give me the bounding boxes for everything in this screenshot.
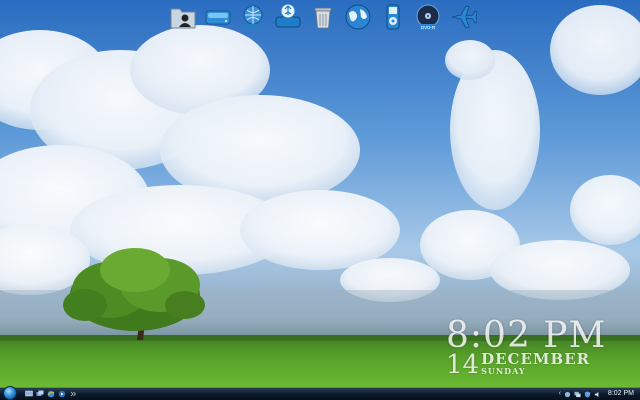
- clock-time: 8:02 PM: [446, 315, 607, 356]
- security-shield-icon[interactable]: [584, 390, 591, 398]
- network-icon[interactable]: [574, 391, 581, 398]
- tray-clock[interactable]: 8:02 PM: [608, 388, 634, 400]
- recycle-bin-icon[interactable]: [308, 3, 337, 32]
- user-folder-icon[interactable]: [168, 3, 197, 32]
- clock-day: 14: [446, 350, 480, 380]
- airplane-icon[interactable]: [448, 3, 477, 32]
- clock-month: DECEMBER: [481, 350, 591, 368]
- clock-weekday: SUNDAY: [481, 366, 526, 376]
- desktop[interactable]: DVD-R 8:02 PM 14 DECEMBER SUNDAY ‹ 8:02 …: [0, 0, 640, 400]
- dvd-drive-icon[interactable]: DVD-R: [413, 3, 442, 32]
- tray-app-icon[interactable]: [564, 391, 571, 398]
- switch-windows-icon[interactable]: [36, 390, 44, 398]
- start-button[interactable]: [3, 385, 17, 400]
- hard-drive-icon[interactable]: [203, 3, 232, 32]
- show-desktop-icon[interactable]: [25, 390, 33, 398]
- quick-launch: [25, 390, 77, 398]
- ipod-icon[interactable]: [378, 3, 407, 32]
- tray-expand-arrow[interactable]: ‹: [559, 388, 561, 400]
- dvd-label: DVD-R: [420, 25, 435, 30]
- taskbar: ‹ 8:02 PM: [0, 385, 640, 400]
- media-player-icon[interactable]: [58, 390, 66, 398]
- internet-globe-icon[interactable]: [343, 3, 372, 32]
- expand-quick-launch-icon[interactable]: [69, 390, 77, 398]
- internet-explorer-icon[interactable]: [47, 390, 55, 398]
- dock-bar: DVD-R: [168, 0, 477, 34]
- volume-icon[interactable]: [594, 391, 601, 398]
- network-drive-icon[interactable]: [238, 3, 267, 32]
- clock-widget: 8:02 PM 14 DECEMBER SUNDAY: [446, 315, 636, 380]
- system-tray: ‹ 8:02 PM: [559, 388, 638, 400]
- clock-date: 14 DECEMBER SUNDAY: [446, 350, 636, 380]
- clock-month-weekday: DECEMBER SUNDAY: [481, 352, 590, 376]
- usb-drive-icon[interactable]: [273, 3, 302, 32]
